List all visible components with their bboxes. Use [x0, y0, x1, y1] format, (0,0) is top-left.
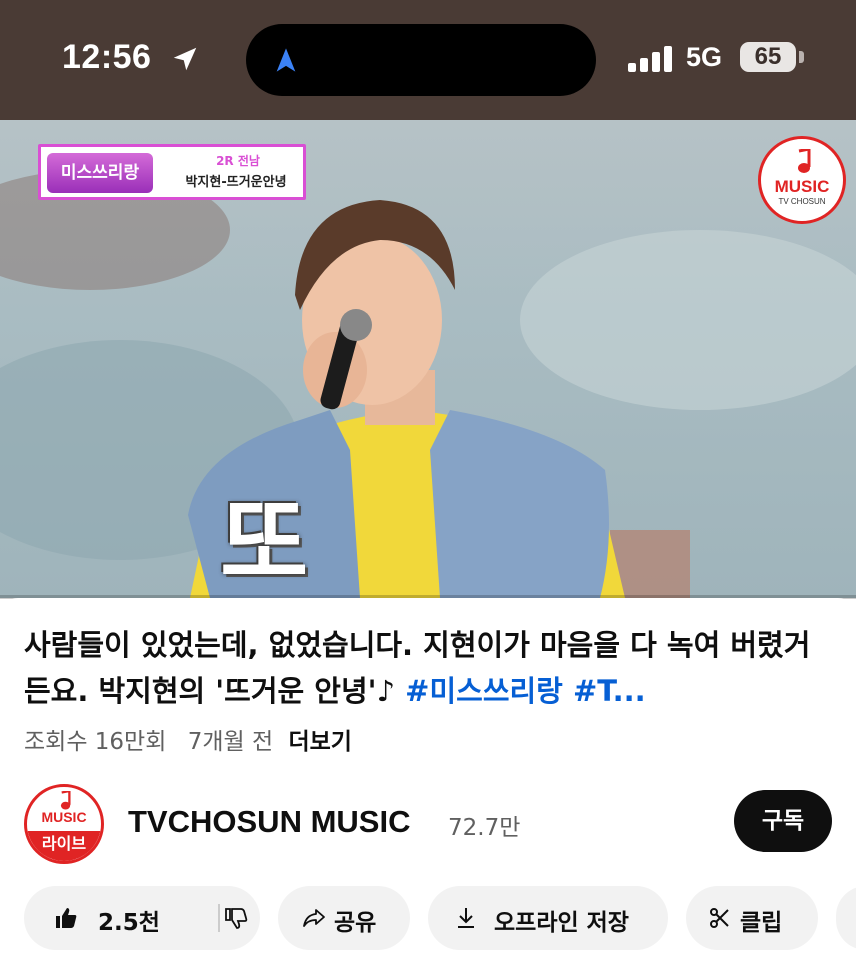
status-time: 12:56: [62, 38, 152, 76]
channel-avatar-label: 라이브: [27, 831, 101, 861]
more-button[interactable]: 더보기: [288, 729, 351, 755]
music-logo-subtext: TV CHOSUN: [778, 197, 826, 206]
subscribe-button[interactable]: 구독: [734, 790, 832, 852]
channel-row: MUSIC 라이브 TVCHOSUN MUSIC 72.7만 구독: [0, 778, 856, 868]
thumbs-up-icon[interactable]: [54, 906, 78, 930]
thumbs-down-icon[interactable]: [224, 906, 248, 930]
video-info-panel: 사람들이 있었는데, 없었습니다. 지현이가 마음을 다 녹여 버렸거든요. 박…: [0, 598, 856, 979]
action-chips: 2.5천 공유 오프라인 저장 클립: [0, 886, 856, 950]
clip-button[interactable]: 클립: [686, 886, 818, 950]
like-count[interactable]: 2.5천: [98, 903, 160, 937]
download-icon: [458, 908, 474, 928]
view-count: 조회수 16만회: [24, 729, 167, 755]
video-meta[interactable]: 조회수 16만회 7개월 전 더보기: [24, 722, 352, 756]
download-label: 오프라인 저장: [494, 910, 629, 936]
network-type: 5G: [686, 42, 723, 72]
tvchosun-music-logo: MUSIC TV CHOSUN: [758, 136, 846, 224]
clip-label: 클립: [740, 910, 783, 936]
banner-song: 박지현-뜨거운안녕: [185, 175, 287, 190]
show-logo: 미스쓰리랑: [47, 153, 153, 193]
video-player[interactable]: 미스쓰리랑 2R 전남 박지현-뜨거운안녕 MUSIC TV CHOSUN 또: [0, 120, 856, 598]
channel-avatar[interactable]: MUSIC 라이브: [24, 784, 104, 864]
scissors-icon: [710, 908, 729, 928]
music-logo-text: MUSIC: [774, 177, 830, 196]
chip-divider: [218, 904, 220, 932]
battery-tip: [799, 51, 804, 63]
video-caption: 또: [220, 487, 309, 598]
download-button[interactable]: 오프라인 저장: [428, 886, 668, 950]
channel-name[interactable]: TVCHOSUN MUSIC: [128, 804, 410, 840]
music-note-icon: [798, 149, 811, 173]
dynamic-island[interactable]: [246, 24, 596, 96]
music-note-icon: [60, 791, 71, 810]
video-hashtags[interactable]: #미스쓰리랑 #T...: [405, 674, 646, 708]
status-bar: 12:56 5G 65: [0, 0, 856, 120]
banner-round: 2R 전남: [216, 154, 260, 168]
subscriber-count: 72.7만: [448, 815, 521, 841]
share-label: 공유: [334, 910, 377, 936]
location-arrow-icon: [173, 47, 197, 71]
share-button[interactable]: 공유: [278, 886, 410, 950]
share-icon: [303, 909, 325, 927]
navigation-icon: [276, 48, 296, 72]
cellular-signal-icon: [628, 46, 672, 72]
upload-age: 7개월 전: [187, 729, 274, 755]
video-title[interactable]: 사람들이 있었는데, 없었습니다. 지현이가 마음을 다 녹여 버렸거든요. 박…: [24, 622, 824, 714]
channel-avatar-text: MUSIC: [41, 809, 87, 825]
more-actions-chip[interactable]: [836, 886, 856, 950]
like-dislike-chip: 2.5천: [24, 886, 260, 950]
battery-icon: 65: [740, 42, 796, 72]
show-banner: 미스쓰리랑 2R 전남 박지현-뜨거운안녕: [38, 144, 306, 200]
